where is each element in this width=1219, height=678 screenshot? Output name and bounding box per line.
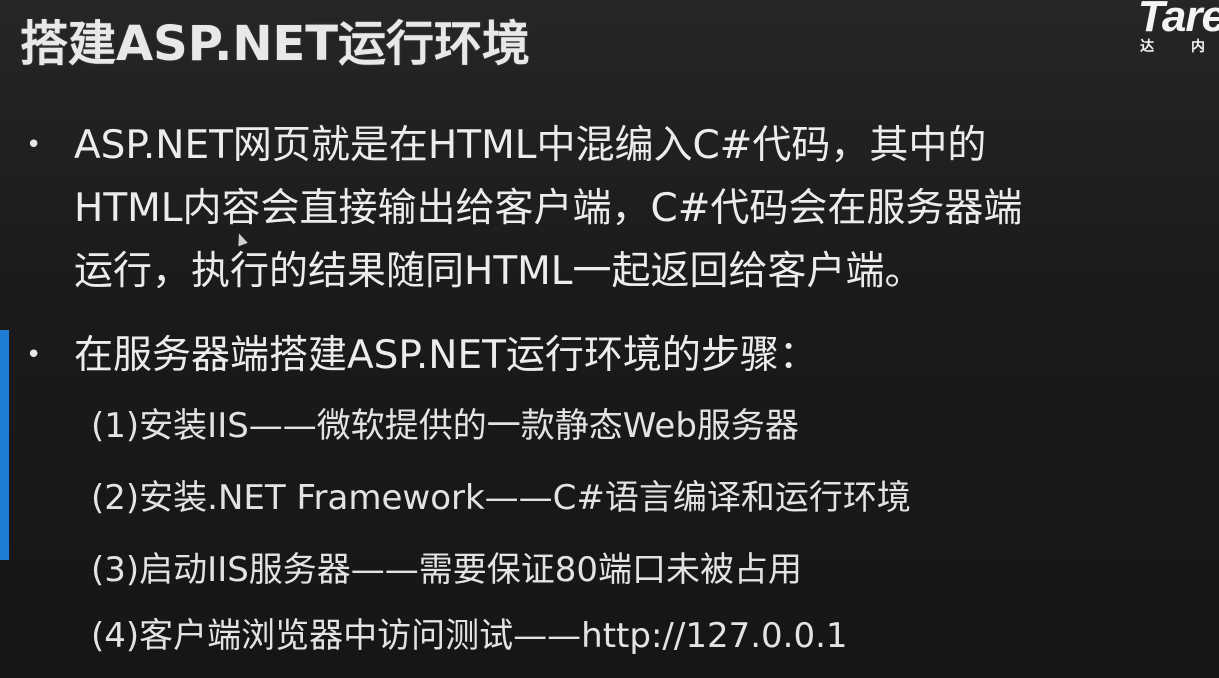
step-3: (3)启动IIS服务器——需要保证80端口未被占用 <box>91 550 803 590</box>
tarena-logo: Tare 达 内 <box>1065 0 1219 62</box>
slide: 搭建ASP.NET运行环境 Tare 达 内 • ASP.NET网页就是在HTM… <box>0 0 1219 678</box>
step-2: (2)安装.NET Framework——C#语言编译和运行环境 <box>91 478 911 518</box>
bullet-dot-icon: • <box>26 130 42 160</box>
bullet-line: HTML内容会直接输出给客户端，C#代码会在服务器端 <box>74 186 1023 231</box>
slide-title: 搭建ASP.NET运行环境 <box>20 16 531 72</box>
bullet-dot-icon: • <box>26 340 42 370</box>
bullet-text-1: ASP.NET网页就是在HTML中混编入C#代码，其中的 HTML内容会直接输出… <box>74 114 1022 303</box>
accent-bar <box>0 330 9 560</box>
bullet-line: 运行，执行的结果随同HTML一起返回给客户端。 <box>74 249 924 294</box>
bullet-line: 在服务器端搭建ASP.NET运行环境的步骤： <box>74 333 818 378</box>
bullet-line: ASP.NET网页就是在HTML中混编入C#代码，其中的 <box>74 123 987 168</box>
bullet-text-2: 在服务器端搭建ASP.NET运行环境的步骤： <box>74 324 818 387</box>
step-1: (1)安装IIS——微软提供的一款静态Web服务器 <box>91 406 799 446</box>
step-4: (4)客户端浏览器中访问测试——http://127.0.0.1 <box>91 616 848 656</box>
logo-subtitle: 达 内 <box>1140 39 1219 55</box>
